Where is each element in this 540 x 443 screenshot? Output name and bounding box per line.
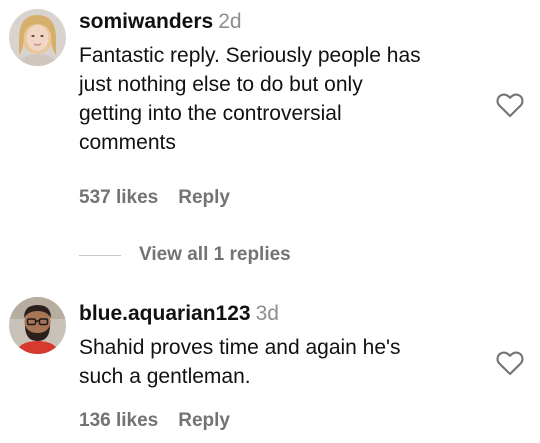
comment-header: blue.aquarian123 3d	[79, 301, 480, 327]
comment-meta: 537 likes Reply	[79, 187, 230, 209]
comment-text-line: Fantastic reply. Seriously people has	[79, 44, 421, 67]
username[interactable]: somiwanders	[79, 10, 213, 33]
avatar-man-icon	[9, 297, 66, 354]
reply-button[interactable]: Reply	[178, 410, 230, 431]
likes-count[interactable]: 537 likes	[79, 187, 158, 208]
likes-count[interactable]: 136 likes	[79, 410, 158, 431]
comment-text-line: Shahid proves time and again he's	[79, 336, 401, 359]
comment-meta: 136 likes Reply	[79, 410, 230, 432]
comment-item: blue.aquarian123 3d Shahid proves time an…	[0, 280, 540, 443]
view-replies-row: View all 1 replies	[79, 240, 291, 270]
comment-text: Shahid proves time and again he's such a…	[79, 333, 480, 391]
timestamp: 2d	[218, 10, 242, 33]
comment-text-line: getting into the controversial	[79, 102, 342, 125]
avatar-woman-icon	[9, 9, 66, 66]
divider-line	[79, 254, 121, 256]
comment-text-line: just nothing else to do but only	[79, 73, 363, 96]
view-replies-button[interactable]: View all 1 replies	[139, 244, 291, 266]
comment-body: somiwanders 2d Fantastic reply. Seriously…	[79, 0, 480, 157]
username[interactable]: blue.aquarian123	[79, 302, 251, 325]
comment-body: blue.aquarian123 3d Shahid proves time an…	[79, 280, 480, 391]
heart-outline-icon[interactable]	[496, 350, 524, 376]
comment-header: somiwanders 2d	[79, 9, 480, 35]
comment-text-line: such a gentleman.	[79, 365, 251, 388]
avatar[interactable]	[9, 297, 66, 354]
timestamp: 3d	[255, 302, 279, 325]
heart-outline-icon[interactable]	[496, 92, 524, 118]
reply-button[interactable]: Reply	[178, 187, 230, 208]
avatar[interactable]	[9, 9, 66, 66]
comment-text-line: comments	[79, 131, 176, 154]
comment-item: somiwanders 2d Fantastic reply. Seriously…	[0, 0, 540, 230]
comment-text: Fantastic reply. Seriously people has ju…	[79, 41, 480, 157]
